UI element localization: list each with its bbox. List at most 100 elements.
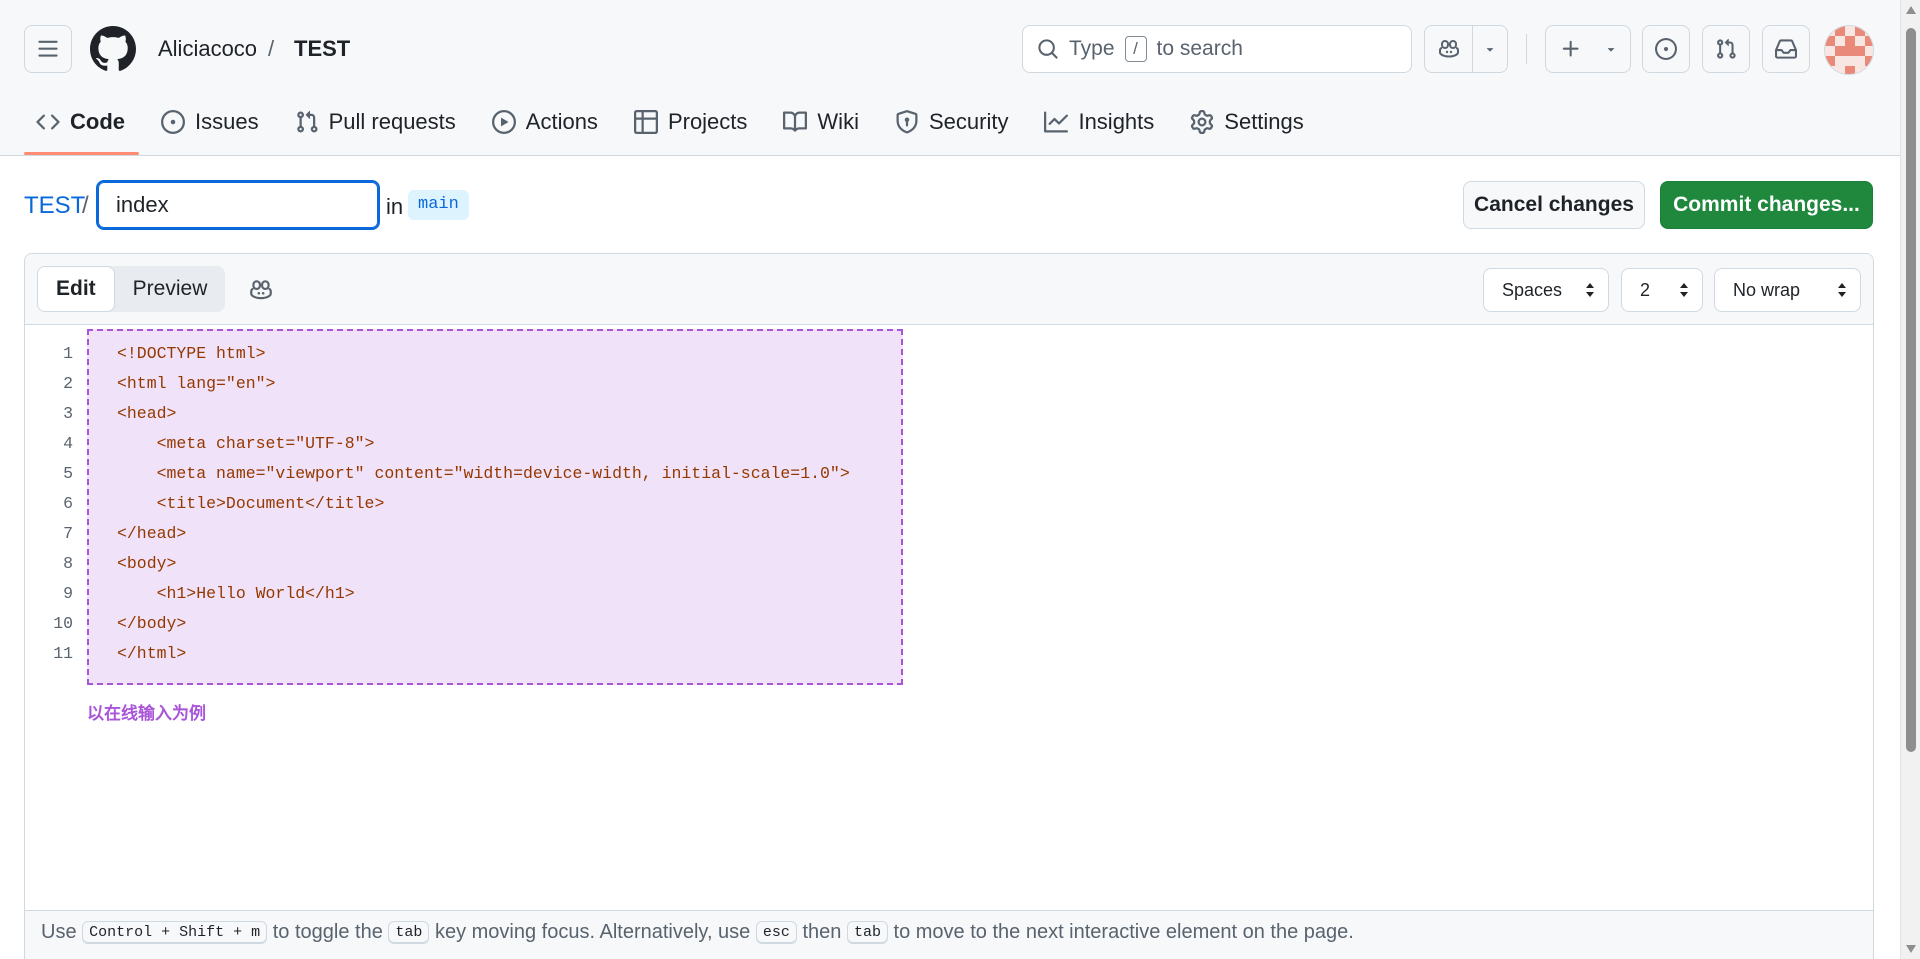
code-line: <title>Document</title> <box>117 494 385 513</box>
copilot-icon <box>250 280 272 300</box>
pull-requests-button[interactable] <box>1702 25 1750 73</box>
line-number: 8 <box>63 554 73 573</box>
code-line: <h1>Hello World</h1> <box>117 584 355 603</box>
avatar[interactable] <box>1824 25 1874 75</box>
annotation-label: 以在线输入为例 <box>87 704 206 724</box>
search-suffix: to search <box>1156 37 1243 60</box>
path-repo-link[interactable]: TEST <box>24 192 85 220</box>
tab-label: Projects <box>667 109 748 134</box>
gear-icon <box>1191 110 1214 134</box>
hint-text: to move to the next interactive element … <box>893 921 1354 943</box>
editor-toolbar: Edit Preview Spaces 2 No wrap <box>25 254 1873 325</box>
code-line: <head> <box>117 404 177 423</box>
tab-wiki[interactable]: Wiki <box>771 100 873 144</box>
line-number: 5 <box>63 464 73 483</box>
line-number: 9 <box>63 584 73 603</box>
breadcrumb-separator: / <box>268 36 275 61</box>
line-number: 10 <box>53 614 73 633</box>
page-scrollbar[interactable] <box>1900 0 1920 959</box>
header-divider <box>1526 34 1527 64</box>
tab-insights[interactable]: Insights <box>1032 100 1168 144</box>
copilot-icon <box>1438 40 1459 58</box>
triangle-down-icon <box>1607 48 1615 52</box>
menu-button[interactable] <box>24 25 72 73</box>
line-numbers: 1 2 3 4 5 6 7 8 9 10 11 <box>25 339 73 669</box>
line-number: 4 <box>63 434 73 453</box>
tab-issues[interactable]: Issues <box>149 100 273 144</box>
repo-nav: Code Issues Pull requests Actions Projec… <box>24 100 1328 156</box>
search-shortcut-key: / <box>1124 36 1147 62</box>
issues-button[interactable] <box>1642 25 1690 73</box>
code-icon <box>36 114 60 130</box>
table-icon <box>633 110 658 134</box>
tab-actions[interactable]: Actions <box>480 100 612 144</box>
shortcut-key: Control + Shift + m <box>82 921 268 945</box>
issue-opened-icon <box>161 110 185 134</box>
tab-security[interactable]: Security <box>883 100 1022 144</box>
graph-icon <box>1044 111 1069 133</box>
git-pull-request-icon <box>296 110 318 133</box>
play-icon <box>491 110 516 134</box>
hint-text: then <box>802 921 842 943</box>
scroll-thumb[interactable] <box>1906 28 1916 752</box>
copilot-button[interactable] <box>1425 26 1472 72</box>
tab-label: Issues <box>195 109 259 134</box>
line-number: 7 <box>63 524 73 543</box>
wrap-mode-value: No wrap <box>1733 279 1801 300</box>
commit-changes-button[interactable]: Commit changes... <box>1660 181 1873 229</box>
github-logo-icon[interactable] <box>90 26 136 72</box>
issue-opened-icon <box>1655 38 1677 60</box>
tab-code[interactable]: Code <box>24 100 139 155</box>
tab-projects[interactable]: Projects <box>622 100 761 144</box>
line-number: 6 <box>63 494 73 513</box>
search-prefix: Type <box>1069 37 1115 60</box>
tab-label: Settings <box>1224 109 1304 134</box>
scroll-down-arrow-icon[interactable] <box>1906 945 1916 953</box>
filename-input[interactable] <box>96 180 380 230</box>
tab-edit[interactable]: Edit <box>37 266 115 312</box>
indent-mode-select[interactable]: Spaces <box>1483 268 1609 312</box>
tab-label: Wiki <box>817 109 859 134</box>
shortcut-key: tab <box>846 921 888 945</box>
tab-pull-requests[interactable]: Pull requests <box>283 100 470 144</box>
line-number: 11 <box>53 644 73 663</box>
code-line: </head> <box>117 524 187 543</box>
code-line: </html> <box>117 644 187 663</box>
hamburger-icon <box>38 40 58 57</box>
tab-label: Actions <box>525 109 598 134</box>
search-icon <box>1038 39 1058 59</box>
hint-text: key moving focus. Alternatively, use <box>434 921 751 943</box>
code-content[interactable]: 1 2 3 4 5 6 7 8 9 10 11 <!DOCTYPE html> … <box>25 325 1873 910</box>
in-label: in <box>386 194 404 219</box>
edit-preview-toggle: Edit Preview <box>37 266 226 312</box>
tab-settings[interactable]: Settings <box>1178 100 1318 144</box>
copilot-button[interactable] <box>245 274 277 306</box>
search-input[interactable]: Type / to search <box>1022 25 1412 73</box>
shortcut-key: tab <box>388 921 430 945</box>
cancel-changes-button[interactable]: Cancel changes <box>1463 181 1645 229</box>
select-caret-icon <box>1838 283 1846 297</box>
breadcrumb-owner[interactable]: Aliciacoco <box>158 36 257 62</box>
copilot-dropdown[interactable] <box>1473 26 1507 72</box>
indent-size-value: 2 <box>1640 279 1651 300</box>
code-editor: Edit Preview Spaces 2 No wrap 1 2 3 4 5 … <box>24 253 1874 959</box>
code-line: <!DOCTYPE html> <box>117 344 266 363</box>
breadcrumb-repo[interactable]: TEST <box>294 36 350 62</box>
select-caret-icon <box>1680 283 1688 297</box>
inbox-button[interactable] <box>1762 25 1810 73</box>
tab-preview[interactable]: Preview <box>115 266 226 312</box>
app-header: Aliciacoco / TEST Type / to search Code … <box>0 0 1900 156</box>
wrap-mode-select[interactable]: No wrap <box>1714 268 1861 312</box>
create-new-button[interactable] <box>1545 25 1631 73</box>
editor-footer-hint: Use Control + Shift + m to toggle the ta… <box>25 910 1873 959</box>
shield-icon <box>896 110 918 134</box>
code-line: <html lang="en"> <box>117 374 276 393</box>
tab-label: Security <box>928 109 1009 134</box>
scroll-up-arrow-icon[interactable] <box>1906 6 1916 14</box>
code-line: </body> <box>117 614 187 633</box>
select-caret-icon <box>1586 283 1594 297</box>
tab-label: Insights <box>1078 109 1155 134</box>
line-number: 2 <box>63 374 73 393</box>
code-line: <body> <box>117 554 177 573</box>
indent-size-select[interactable]: 2 <box>1621 268 1703 312</box>
